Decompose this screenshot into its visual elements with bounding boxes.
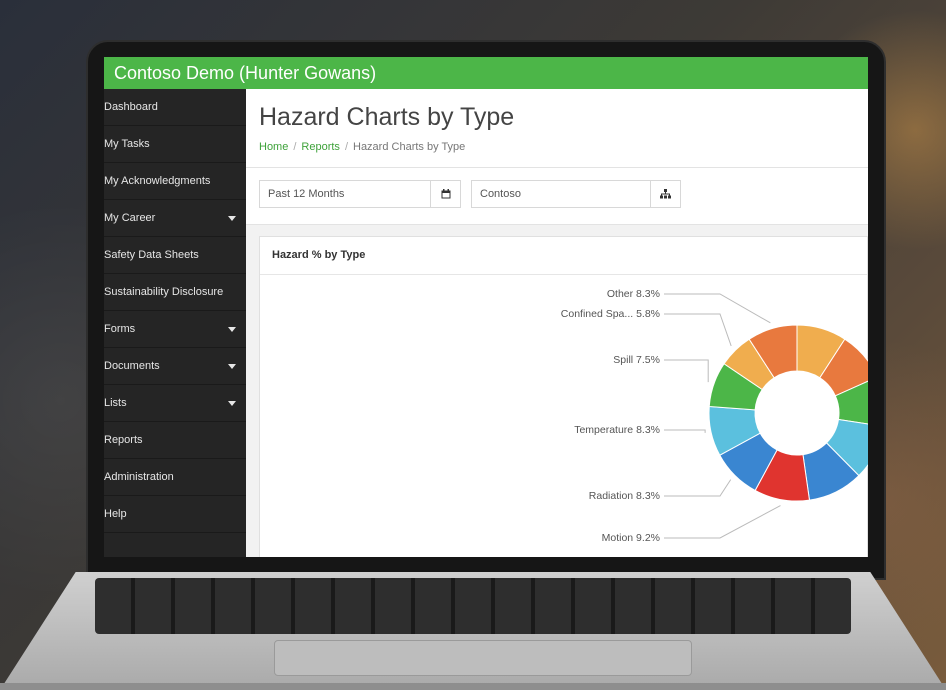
calendar-icon (441, 189, 450, 199)
breadcrumb-home-link[interactable]: Home (259, 141, 288, 153)
org-tree-button[interactable] (651, 180, 681, 208)
sidebar-item-label: My Career (104, 212, 156, 224)
organization-value: Contoso (480, 188, 521, 200)
hazard-donut-chart: Other 8.3% Confined Spa... 5.8% Spill 7.5%… (561, 288, 868, 544)
app-screen: Contoso Demo (Hunter Gowans) Dashboard M… (104, 57, 868, 557)
sidebar-item-safety-data-sheets[interactable]: Safety Data Sheets (104, 237, 246, 274)
sidebar-item-label: Sustainability Disclosure (104, 286, 224, 298)
date-range-field[interactable]: Past 12 Months (259, 180, 431, 208)
sidebar-item-label: Safety Data Sheets (104, 249, 199, 261)
leader-line (664, 505, 781, 539)
slice-label: Other 8.3% (607, 288, 660, 300)
app-title: Contoso Demo (Hunter Gowans) (114, 63, 377, 83)
caret-down-icon (228, 216, 236, 221)
leader-line (664, 479, 732, 497)
slice-label: Motion 9.2% (602, 532, 660, 544)
sidebar-item-label: My Acknowledgments (104, 175, 211, 187)
app-title-bar: Contoso Demo (Hunter Gowans) (104, 57, 868, 89)
sidebar-item-label: Dashboard (104, 101, 158, 113)
page-title: Hazard Charts by Type (259, 103, 515, 131)
caret-down-icon (228, 401, 236, 406)
leader-line (664, 429, 706, 433)
sidebar-item-my-tasks[interactable]: My Tasks (104, 126, 246, 163)
leader-line (664, 293, 771, 324)
sidebar-item-label: Lists (104, 397, 127, 409)
slice-label: Temperature 8.3% (574, 424, 660, 436)
leader-line (664, 313, 732, 347)
date-range-value: Past 12 Months (268, 188, 345, 200)
sidebar-item-sustainability-disclosure[interactable]: Sustainability Disclosure (104, 274, 246, 311)
leader-line (664, 359, 709, 383)
breadcrumb-separator: / (293, 141, 297, 153)
organization-field[interactable]: Contoso (471, 180, 651, 208)
sidebar-item-my-acknowledgments[interactable]: My Acknowledgments (104, 163, 246, 200)
slice-label: Confined Spa... 5.8% (561, 308, 660, 320)
sidebar-item-label: Reports (104, 434, 143, 446)
sidebar-item-label: Documents (104, 360, 160, 372)
caret-down-icon (228, 364, 236, 369)
sidebar-item-documents[interactable]: Documents (104, 348, 246, 385)
sidebar-item-help[interactable]: Help (104, 496, 246, 533)
sidebar-item-label: My Tasks (104, 138, 150, 150)
main-content: Hazard Charts by Type Home / Reports / Hazar… (246, 89, 868, 557)
trackpad (274, 640, 692, 676)
sidebar-item-label: Help (104, 508, 127, 520)
sidebar-item-my-career[interactable]: My Career (104, 200, 246, 237)
filter-bar: Past 12 Months Contoso (246, 168, 868, 225)
sidebar-item-reports[interactable]: Reports (104, 422, 246, 459)
breadcrumb-separator: / (344, 141, 348, 153)
breadcrumb: Home / Reports / Hazard Charts by Type (259, 141, 465, 153)
sidebar-item-lists[interactable]: Lists (104, 385, 246, 422)
hazard-chart-card: Hazard % by Type Other 8.3% Confined Spa.… (259, 236, 868, 557)
laptop-front-edge (0, 683, 946, 690)
sidebar-item-label: Administration (104, 471, 174, 483)
sidebar-item-label: Forms (104, 323, 136, 335)
sidebar-item-dashboard[interactable]: Dashboard (104, 89, 246, 126)
slice-label: Spill 7.5% (613, 354, 660, 366)
calendar-button[interactable] (431, 180, 461, 208)
sidebar-item-administration[interactable]: Administration (104, 459, 246, 496)
slice-label: Radiation 8.3% (589, 490, 660, 502)
breadcrumb-reports-link[interactable]: Reports (301, 141, 340, 153)
sidebar: Dashboard My Tasks My Acknowledgments My… (104, 89, 246, 557)
caret-down-icon (228, 327, 236, 332)
keyboard (95, 578, 851, 634)
breadcrumb-current: Hazard Charts by Type (353, 141, 466, 153)
page-header: Hazard Charts by Type Home / Reports / Hazar… (246, 89, 868, 168)
card-title: Hazard % by Type (260, 237, 867, 275)
hierarchy-icon (660, 189, 671, 199)
sidebar-item-forms[interactable]: Forms (104, 311, 246, 348)
